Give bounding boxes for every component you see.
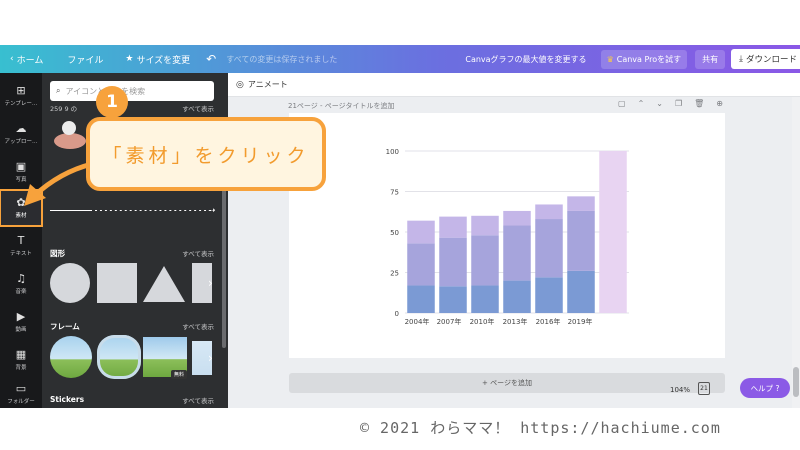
callout-arrow (0, 161, 95, 227)
step-number-badge: 1 (96, 86, 128, 118)
screen: ‹ ホーム ファイル ★ サイズを変更 ↶ すべての変更は保存されました Can… (0, 0, 800, 450)
tutorial-callout: 「素材」をクリック (86, 117, 326, 191)
copyright-footer: © 2021 わらママ！ https://hachiume.com (360, 419, 721, 437)
